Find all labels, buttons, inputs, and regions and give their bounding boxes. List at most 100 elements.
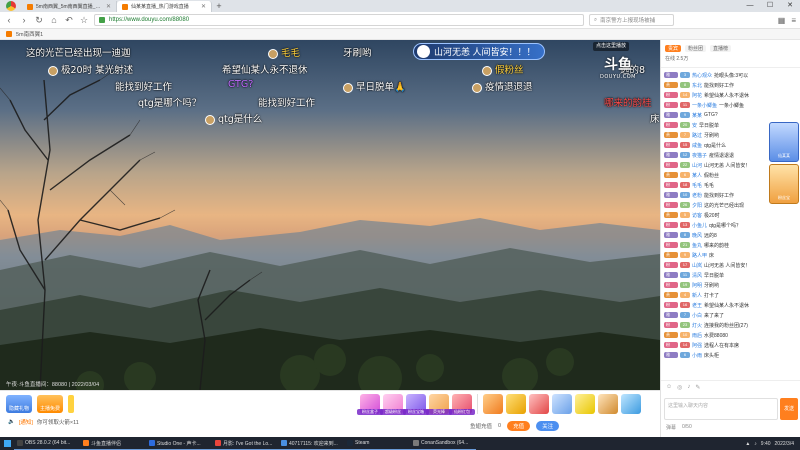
notice-text[interactable]: 你可领取火箭×11 xyxy=(37,418,79,426)
chat-message[interactable]: 粉 18 毛毛 毛毛 xyxy=(664,180,764,190)
undo-icon[interactable]: ↶ xyxy=(64,15,74,26)
chat-message[interactable]: 粉 20 安早日脱单 xyxy=(664,120,764,130)
video-player[interactable]: 点击这里播放 这的光芒已经出现一迪迦 极20时 某光射述 能找到好工作 qtg是… xyxy=(0,40,660,390)
gift-item[interactable] xyxy=(506,394,526,414)
fan-badge[interactable]: 雅 xyxy=(664,72,678,78)
fan-badge[interactable]: 贵 xyxy=(664,132,678,138)
chat-message[interactable]: 贵 6 某人 假粉丝 xyxy=(664,170,764,180)
flag-icon[interactable] xyxy=(68,395,74,413)
close-tab-icon[interactable]: ✕ xyxy=(201,3,206,10)
close-tab-icon[interactable]: ✕ xyxy=(106,3,111,10)
fan-badge[interactable]: 雅 xyxy=(664,112,678,118)
chat-username[interactable]: 某人 xyxy=(692,172,702,179)
star-icon[interactable]: ☆ xyxy=(79,15,89,26)
fan-badge[interactable]: 贵 xyxy=(664,332,678,338)
bookmark-item[interactable]: 5m南西翼1 xyxy=(16,30,43,38)
fan-badge[interactable]: 粉 xyxy=(664,322,678,328)
chat-message[interactable]: 粉 16 老王 希望仙某人永不退休 xyxy=(664,300,764,310)
chat-message[interactable]: 雅 7 小白 来了来了 xyxy=(664,310,764,320)
fan-badge[interactable]: 贵 xyxy=(664,292,678,298)
recharge-button[interactable]: 充值 xyxy=(507,421,531,431)
chat-username[interactable]: 小白 xyxy=(692,312,702,319)
gift-item[interactable]: 粉丝盒子 xyxy=(357,394,383,415)
fan-badge[interactable]: 粉 xyxy=(664,182,678,188)
chat-message[interactable]: 粉 14 阿花 希望仙某人永不退休 xyxy=(664,90,764,100)
fan-badge[interactable]: 粉 xyxy=(664,342,678,348)
taskbar-app[interactable]: Studio One - 声卡... xyxy=(146,437,212,450)
chat-username[interactable]: 雨后 xyxy=(692,332,702,339)
fan-badge[interactable]: 粉 xyxy=(664,262,678,268)
forward-arrow-icon[interactable]: › xyxy=(19,15,29,25)
promo-card[interactable]: 粉丝宝 xyxy=(769,164,799,204)
address-bar[interactable]: https://www.douyu.com/88080 xyxy=(94,14,584,26)
taskbar-app[interactable]: 斗鱼直播伴侣 xyxy=(80,437,146,450)
gift-item[interactable] xyxy=(552,394,572,414)
chat-username[interactable]: 新人 xyxy=(692,292,702,299)
chat-username[interactable]: 小鱼儿 xyxy=(692,222,707,229)
chat-username[interactable]: 阿花 xyxy=(692,92,702,99)
chat-username[interactable]: 夜猫子 xyxy=(692,152,707,159)
fan-badge[interactable]: 粉 xyxy=(664,92,678,98)
taskbar-app[interactable]: 月影: I've Got the Lo... xyxy=(212,437,278,450)
fan-badge[interactable]: 雅 xyxy=(664,272,678,278)
chat-username[interactable]: 老粉 xyxy=(692,192,702,199)
chat-message[interactable]: 粉 19 阿明 牙刷哟 xyxy=(664,280,764,290)
fan-badge[interactable]: 贵 xyxy=(664,252,678,258)
chat-username[interactable]: 阿强 xyxy=(692,342,702,349)
fan-badge[interactable]: 粉 xyxy=(664,302,678,308)
chat-username[interactable]: 一条小鲫鱼 xyxy=(692,102,717,109)
chat-username[interactable]: 阿明 xyxy=(692,282,702,289)
danmaku-toggle[interactable]: 弹幕 xyxy=(666,424,676,431)
fan-badge[interactable]: 贵 xyxy=(664,172,678,178)
taskbar-app[interactable]: Steam xyxy=(344,437,410,450)
chat-username[interactable]: 老王 xyxy=(692,302,702,309)
fan-badge[interactable]: 贵 xyxy=(664,212,678,218)
send-button[interactable]: 发送 xyxy=(780,398,798,420)
fan-badge[interactable]: 粉 xyxy=(664,242,678,248)
chat-username[interactable]: 路人甲 xyxy=(692,252,707,259)
hide-gifts-button[interactable]: 隐藏礼物 xyxy=(6,395,32,413)
chat-message[interactable]: 雅 9 某某 GTG? xyxy=(664,110,764,120)
fan-badge[interactable]: 雅 xyxy=(664,312,678,318)
clock-date[interactable]: 2022/3/4 xyxy=(775,441,794,447)
popout-hint[interactable]: 点击这里播放 xyxy=(593,42,630,51)
home-icon[interactable]: ⌂ xyxy=(49,15,59,25)
follow-button[interactable]: 关注 xyxy=(536,421,560,431)
chat-message[interactable]: 贵 4 新人 打卡了 xyxy=(664,290,764,300)
chat-username[interactable]: 鱼丸 xyxy=(692,242,702,249)
tab-vip[interactable]: 贵宾 xyxy=(665,44,682,52)
chat-message[interactable]: 粉 14 阿强 选程人在有本席 xyxy=(664,340,764,350)
fan-badge[interactable]: 雅 xyxy=(664,232,678,238)
fan-badge[interactable]: 粉 xyxy=(664,282,678,288)
gift-item[interactable] xyxy=(598,394,618,414)
fan-badge[interactable]: 雅 xyxy=(664,152,678,158)
gift-item[interactable] xyxy=(483,394,503,414)
chat-username[interactable]: 清风 xyxy=(692,272,702,279)
chat-message[interactable]: 雅 10 老粉 能找到好工作 xyxy=(664,190,764,200)
gift-item[interactable]: 粉丝宝箱 xyxy=(403,394,429,415)
fan-badge[interactable]: 粉 xyxy=(664,102,678,108)
reload-icon[interactable]: ↻ xyxy=(34,15,44,26)
gift-item[interactable]: 超级粉丝 xyxy=(380,394,406,415)
chat-username[interactable]: 山河 xyxy=(692,162,702,169)
new-tab-button[interactable]: + xyxy=(212,1,226,12)
chat-message[interactable]: 粉 23 灯火 连接我的粉丝团(27) xyxy=(664,320,764,330)
chat-message[interactable]: 雅 12 夜猫子 疫情退退退 xyxy=(664,150,764,160)
chat-message[interactable]: 粉 26 夕阳 这的光芒已经出现 xyxy=(664,200,764,210)
minimize-button[interactable]: — xyxy=(740,0,760,12)
fan-badge[interactable]: 雅 xyxy=(664,192,678,198)
gift-item[interactable] xyxy=(529,394,549,414)
chat-input[interactable]: 这里输入聊天内容 xyxy=(664,398,778,420)
chat-username[interactable]: 东北 xyxy=(692,82,702,89)
menu-icon[interactable]: ≡ xyxy=(791,16,796,25)
fan-badge[interactable]: 粉 xyxy=(664,122,678,128)
chat-username[interactable]: 山岚 xyxy=(692,262,702,269)
taskbar-app[interactable]: ConanSandbox (64... xyxy=(410,437,476,450)
chat-username[interactable]: 晚风 xyxy=(692,232,702,239)
back-arrow-icon[interactable]: ‹ xyxy=(4,15,14,25)
chat-message[interactable]: 粉 22 山河 山河无恙 人间皆安！ xyxy=(664,160,764,170)
chat-message[interactable]: 粉 11 一条小鲫鱼 一条小鲫鱼 xyxy=(664,100,764,110)
tab-douyu-xian[interactable]: 仙某某直播_热门游戏直播 ✕ xyxy=(117,1,212,12)
chat-message[interactable]: 粉 15 咸鱼 qtg是什么 xyxy=(664,140,764,150)
chat-message[interactable]: 贵 8 东北 能找到好工作 xyxy=(664,80,764,90)
